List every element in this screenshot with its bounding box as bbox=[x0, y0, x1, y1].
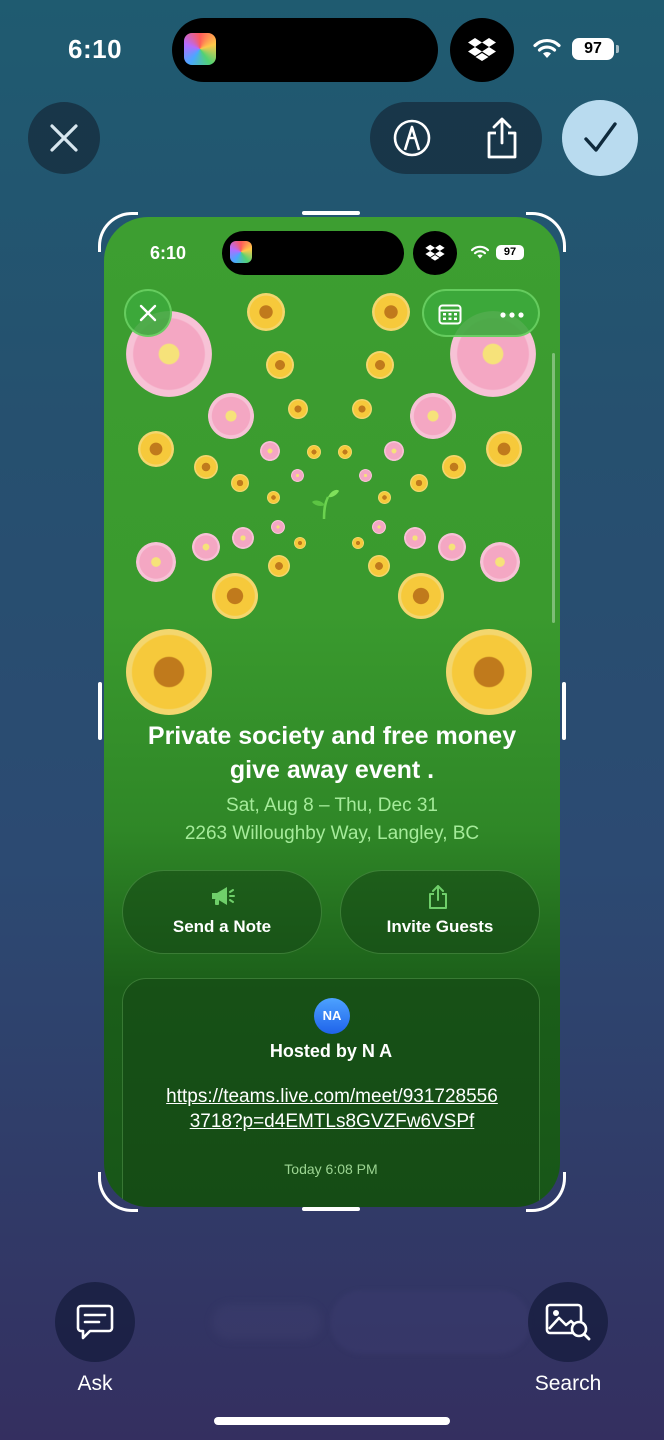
flower-decoration bbox=[307, 445, 321, 459]
hosted-by-text: Hosted by N A bbox=[269, 1041, 393, 1061]
flower-decoration bbox=[288, 399, 308, 419]
flower-decoration bbox=[338, 445, 352, 459]
markup-button[interactable] bbox=[388, 114, 436, 162]
wifi-icon bbox=[533, 38, 561, 58]
flower-decoration bbox=[232, 527, 254, 549]
flower-decoration bbox=[267, 491, 280, 504]
flower-decoration bbox=[136, 542, 176, 582]
flower-decoration bbox=[480, 542, 520, 582]
capture-dropbox-activity bbox=[413, 231, 457, 275]
flower-decoration bbox=[368, 555, 390, 577]
markup-pen-icon bbox=[393, 119, 431, 157]
capture-close-button[interactable] bbox=[124, 289, 172, 337]
done-button[interactable] bbox=[562, 100, 638, 176]
flower-decoration bbox=[192, 533, 220, 561]
capture-event-actions bbox=[422, 289, 540, 337]
battery-indicator: 97 bbox=[572, 38, 619, 60]
live-activity-app-icon bbox=[184, 33, 216, 65]
capture-scrollbar bbox=[552, 353, 555, 623]
dynamic-island bbox=[172, 18, 438, 82]
flower-decoration bbox=[372, 293, 410, 331]
close-button[interactable] bbox=[28, 102, 100, 174]
flower-decoration bbox=[352, 399, 372, 419]
dropbox-icon bbox=[468, 38, 496, 61]
checkmark-icon bbox=[584, 122, 617, 152]
flower-decoration bbox=[384, 441, 404, 461]
send-note-label: Send a Note bbox=[172, 917, 272, 936]
flower-decoration bbox=[194, 455, 218, 479]
flower-decoration bbox=[271, 520, 285, 534]
host-card: NA Hosted by N A https://teams.live.com/… bbox=[122, 978, 540, 1207]
chat-bubble-icon bbox=[76, 1304, 114, 1340]
event-location[interactable]: 2263 Willoughby Way, Langley, BC bbox=[124, 823, 540, 845]
screenshot-preview[interactable]: 6:10 97 Private society and free money g… bbox=[104, 217, 560, 1207]
flower-decoration bbox=[352, 537, 364, 549]
invite-guests-button[interactable]: Invite Guests bbox=[340, 870, 540, 954]
dropbox-icon bbox=[425, 244, 445, 261]
flower-decoration bbox=[126, 629, 212, 715]
home-indicator[interactable] bbox=[214, 1417, 450, 1425]
invite-guests-label: Invite Guests bbox=[386, 917, 494, 936]
flower-decoration bbox=[208, 393, 254, 439]
event-title: Private society and free money give away… bbox=[147, 722, 517, 784]
flower-decoration bbox=[438, 533, 466, 561]
crop-handle-top[interactable] bbox=[302, 211, 360, 215]
flower-decoration bbox=[268, 555, 290, 577]
edit-tools-pill bbox=[370, 102, 542, 174]
flower-decoration bbox=[372, 520, 386, 534]
status-time: 6:10 bbox=[68, 34, 123, 64]
flower-decoration bbox=[247, 293, 285, 331]
capture-status-time: 6:10 bbox=[150, 243, 187, 263]
flower-decoration bbox=[366, 351, 394, 379]
flower-decoration bbox=[266, 351, 294, 379]
flower-decoration bbox=[410, 393, 456, 439]
ask-button[interactable] bbox=[55, 1282, 135, 1362]
search-label: Search bbox=[534, 1372, 602, 1395]
status-bar: 6:10 97 bbox=[0, 0, 664, 100]
blurred-add-to-calendar bbox=[330, 1290, 530, 1354]
capture-battery-indicator: 97 bbox=[496, 245, 524, 260]
flower-decoration bbox=[291, 469, 304, 482]
calendar-icon[interactable] bbox=[438, 303, 462, 325]
flower-decoration bbox=[359, 469, 372, 482]
image-search-icon bbox=[545, 1303, 591, 1341]
flower-decoration bbox=[138, 431, 174, 467]
ask-label: Ask bbox=[77, 1372, 113, 1395]
flower-decoration bbox=[486, 431, 522, 467]
crop-handle-bottom[interactable] bbox=[302, 1207, 360, 1211]
flower-decoration bbox=[231, 474, 249, 492]
crop-handle-right[interactable] bbox=[562, 682, 566, 740]
capture-dynamic-island bbox=[222, 231, 404, 275]
close-icon bbox=[50, 124, 78, 152]
message-timestamp: Today 6:08 PM bbox=[284, 1161, 378, 1177]
event-date: Sat, Aug 8 – Thu, Dec 31 bbox=[226, 795, 438, 816]
more-icon[interactable] bbox=[500, 312, 524, 318]
flower-decoration bbox=[398, 573, 444, 619]
capture-wifi-icon bbox=[470, 245, 490, 259]
flower-decoration bbox=[442, 455, 466, 479]
flower-decoration bbox=[294, 537, 306, 549]
flower-decoration bbox=[260, 441, 280, 461]
crop-handle-left[interactable] bbox=[98, 682, 102, 740]
flower-decoration bbox=[212, 573, 258, 619]
blurred-suggestion bbox=[212, 1304, 322, 1340]
share-button[interactable] bbox=[478, 112, 526, 164]
sprout-icon bbox=[312, 489, 339, 520]
flower-decoration bbox=[410, 474, 428, 492]
meeting-link[interactable]: https://teams.live.com/meet/931728556371… bbox=[163, 1084, 501, 1134]
flower-decoration bbox=[378, 491, 391, 504]
megaphone-icon bbox=[212, 887, 235, 905]
share-icon bbox=[429, 885, 447, 909]
capture-live-activity-icon bbox=[230, 241, 252, 263]
flower-decoration bbox=[446, 629, 532, 715]
send-note-button[interactable]: Send a Note bbox=[122, 870, 322, 954]
share-icon bbox=[487, 117, 517, 159]
dropbox-activity bbox=[450, 18, 514, 82]
host-avatar: NA bbox=[314, 998, 350, 1034]
visual-search-button[interactable] bbox=[528, 1282, 608, 1362]
flower-decoration bbox=[404, 527, 426, 549]
close-icon bbox=[139, 304, 157, 322]
